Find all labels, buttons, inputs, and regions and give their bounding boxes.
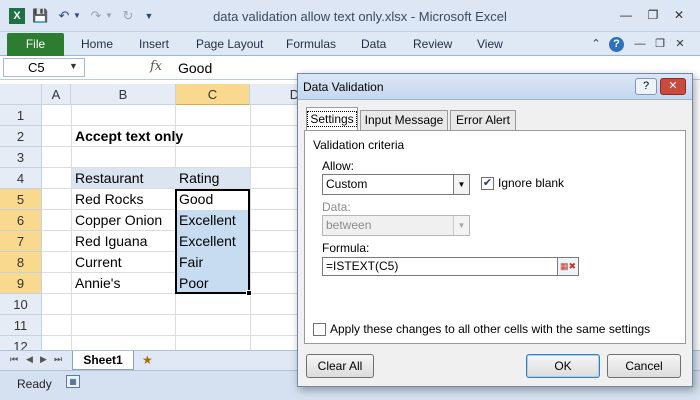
restore-icon[interactable]: ❐ bbox=[642, 6, 664, 24]
undo-icon[interactable]: ↶ bbox=[56, 8, 72, 24]
column-header-b[interactable]: B bbox=[71, 84, 176, 105]
row-header-4[interactable]: 4 bbox=[0, 168, 42, 189]
ribbon-tabs: File Home Insert Page Layout Formulas Da… bbox=[0, 32, 700, 56]
restaurant-cell[interactable]: Current bbox=[72, 252, 122, 273]
selection-border bbox=[175, 189, 250, 294]
workbook-minimize-icon[interactable]: — bbox=[633, 37, 647, 51]
dialog-close-icon[interactable]: ✕ bbox=[660, 78, 686, 95]
save-icon[interactable]: 💾 bbox=[32, 8, 48, 24]
sheet-title[interactable]: Accept text only bbox=[72, 126, 183, 147]
insert-function-icon[interactable]: fx bbox=[150, 59, 162, 74]
redo-dropdown-icon[interactable]: ▼ bbox=[104, 8, 114, 24]
formula-field[interactable]: =ISTEXT(C5) bbox=[322, 257, 558, 276]
apply-all-checkbox[interactable] bbox=[313, 323, 326, 336]
allow-value: Custom bbox=[326, 177, 368, 191]
dialog-title: Data Validation bbox=[303, 80, 384, 94]
gridline bbox=[42, 335, 300, 336]
row-header-8[interactable]: 8 bbox=[0, 252, 42, 273]
minimize-ribbon-icon[interactable]: ⌃ bbox=[589, 37, 603, 51]
prev-sheet-icon[interactable]: ◀ bbox=[26, 354, 33, 365]
dialog-title-bar[interactable]: Data Validation ? ✕ bbox=[298, 74, 692, 100]
workbook-restore-icon[interactable]: ❐ bbox=[653, 37, 667, 51]
row-header-2[interactable]: 2 bbox=[0, 126, 42, 147]
gridline bbox=[42, 314, 300, 315]
tab-insert[interactable]: Insert bbox=[139, 37, 169, 51]
close-icon[interactable]: ✕ bbox=[668, 6, 690, 24]
tab-view[interactable]: View bbox=[477, 37, 503, 51]
minimize-icon[interactable]: — bbox=[615, 6, 637, 24]
allow-label: Allow: bbox=[322, 159, 355, 173]
window-title: data validation allow text only.xlsx - M… bbox=[213, 9, 507, 24]
data-label: Data: bbox=[322, 200, 351, 214]
restaurant-cell[interactable]: Red Iguana bbox=[72, 231, 147, 252]
name-box-dropdown-icon[interactable]: ▼ bbox=[69, 61, 78, 71]
formula-input[interactable]: Good bbox=[178, 60, 212, 76]
restaurant-cell[interactable]: Copper Onion bbox=[72, 210, 162, 231]
next-sheet-icon[interactable]: ▶ bbox=[40, 354, 47, 365]
data-dropdown[interactable]: between ▼ bbox=[322, 215, 470, 236]
restaurant-cell[interactable]: Red Rocks bbox=[72, 189, 143, 210]
chevron-down-icon[interactable]: ▼ bbox=[453, 175, 469, 194]
collapse-dialog-icon[interactable]: ▦✖ bbox=[557, 257, 579, 276]
ok-button[interactable]: OK bbox=[526, 354, 600, 378]
macro-recording-icon[interactable]: ▦ bbox=[66, 375, 80, 388]
last-sheet-icon[interactable]: ⏭ bbox=[54, 354, 62, 365]
fill-handle[interactable] bbox=[246, 290, 252, 296]
row-header-11[interactable]: 11 bbox=[0, 315, 42, 336]
row-header-5[interactable]: 5 bbox=[0, 189, 42, 210]
table-header-restaurant[interactable]: Restaurant bbox=[72, 168, 143, 189]
data-value: between bbox=[326, 218, 372, 232]
insert-sheet-icon[interactable]: ★ bbox=[142, 353, 153, 367]
cancel-button[interactable]: Cancel bbox=[607, 354, 681, 378]
table-header-rating[interactable]: Rating bbox=[176, 168, 219, 189]
column-header-a[interactable]: A bbox=[42, 84, 71, 105]
row-header-9[interactable]: 9 bbox=[0, 273, 42, 294]
status-text: Ready bbox=[17, 377, 52, 391]
tab-input-message[interactable]: Input Message bbox=[360, 110, 448, 130]
apply-all-label: Apply these changes to all other cells w… bbox=[330, 322, 651, 336]
row-header-1[interactable]: 1 bbox=[0, 105, 42, 126]
row-header-10[interactable]: 10 bbox=[0, 294, 42, 315]
title-bar: X 💾 ↶ ▼ ↷ ▼ ↻ ▼ data validation allow te… bbox=[0, 0, 700, 32]
chevron-down-icon[interactable]: ▼ bbox=[453, 216, 469, 235]
select-all-corner[interactable] bbox=[0, 84, 42, 105]
redo-icon[interactable]: ↷ bbox=[88, 8, 104, 24]
data-validation-dialog: Data Validation ? ✕ Settings Input Messa… bbox=[297, 73, 693, 387]
settings-panel: Validation criteria Allow: Custom ▼ ✔ Ig… bbox=[304, 130, 686, 344]
tab-data[interactable]: Data bbox=[361, 37, 386, 51]
ignore-blank-label: Ignore blank bbox=[498, 176, 565, 190]
validation-criteria-heading: Validation criteria bbox=[313, 138, 405, 152]
tab-review[interactable]: Review bbox=[413, 37, 452, 51]
sheet-tab-sheet1[interactable]: Sheet1 bbox=[72, 351, 134, 370]
first-sheet-icon[interactable]: ⏮ bbox=[10, 354, 18, 365]
tab-home[interactable]: Home bbox=[81, 37, 113, 51]
row-header-6[interactable]: 6 bbox=[0, 210, 42, 231]
tab-page-layout[interactable]: Page Layout bbox=[196, 37, 263, 51]
formula-label: Formula: bbox=[322, 241, 370, 255]
excel-icon[interactable]: X bbox=[9, 8, 25, 24]
ignore-blank-checkbox[interactable]: ✔ bbox=[481, 177, 494, 190]
help-icon[interactable]: ? bbox=[609, 37, 624, 52]
tab-file[interactable]: File bbox=[7, 33, 64, 56]
repeat-icon[interactable]: ↻ bbox=[120, 8, 136, 24]
allow-dropdown[interactable]: Custom ▼ bbox=[322, 174, 470, 195]
restaurant-cell[interactable]: Annie's bbox=[72, 273, 120, 294]
tab-settings[interactable]: Settings bbox=[306, 107, 358, 131]
row-header-7[interactable]: 7 bbox=[0, 231, 42, 252]
undo-dropdown-icon[interactable]: ▼ bbox=[72, 8, 82, 24]
dialog-help-icon[interactable]: ? bbox=[635, 78, 657, 95]
clear-all-button[interactable]: Clear All bbox=[306, 354, 374, 378]
workbook-close-icon[interactable]: ✕ bbox=[673, 37, 687, 51]
row-header-3[interactable]: 3 bbox=[0, 147, 42, 168]
tab-formulas[interactable]: Formulas bbox=[286, 37, 336, 51]
tab-error-alert[interactable]: Error Alert bbox=[450, 110, 516, 130]
column-header-c[interactable]: C bbox=[176, 84, 250, 105]
